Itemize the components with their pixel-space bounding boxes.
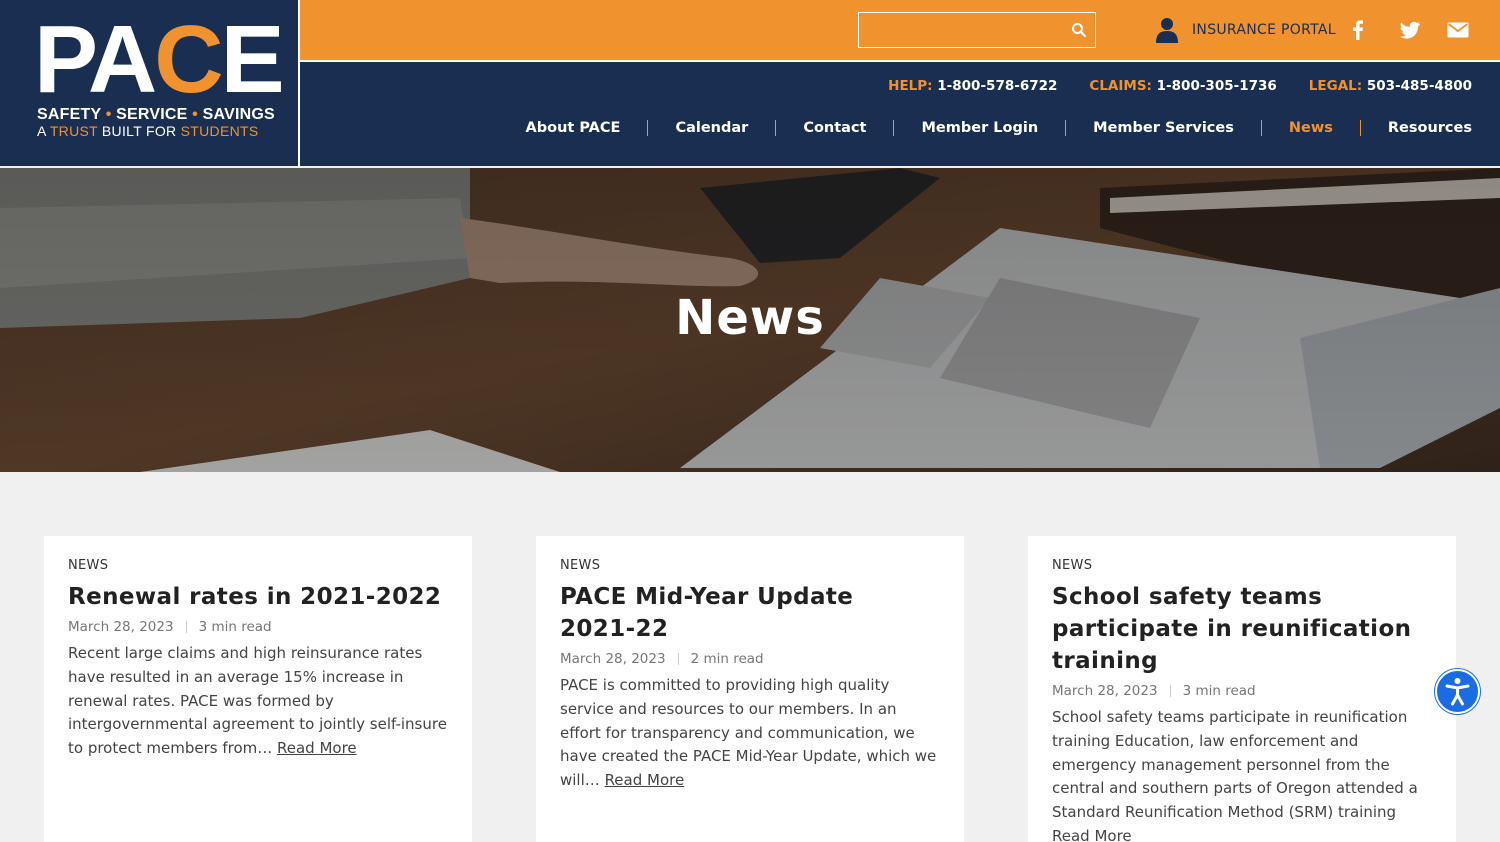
nav-member-services[interactable]: Member Services	[1065, 120, 1261, 136]
news-card: NEWS School safety teams participate in …	[1028, 536, 1456, 842]
card-meta: March 28, 2023 3 min read	[1052, 683, 1432, 699]
card-read-time: 2 min read	[690, 651, 764, 667]
news-card: NEWS Renewal rates in 2021-2022 March 28…	[44, 536, 472, 842]
legal-phone[interactable]: LEGAL: 503-485-4800	[1309, 78, 1472, 94]
nav-news[interactable]: News	[1260, 120, 1360, 136]
meta-divider	[677, 653, 679, 665]
facebook-icon[interactable]	[1346, 18, 1370, 42]
accessibility-button[interactable]	[1435, 669, 1480, 714]
pace-logo[interactable]: PACE SAFETY • SERVICE • SAVINGS A TRUST …	[0, 0, 298, 166]
card-read-time: 3 min read	[198, 619, 272, 635]
main-navbar: HELP: 1-800-578-6722 CLAIMS: 1-800-305-1…	[300, 62, 1500, 166]
nav-resources[interactable]: Resources	[1359, 120, 1472, 136]
accessibility-icon	[1445, 678, 1470, 706]
card-date: March 28, 2023	[560, 651, 666, 667]
nav-contact[interactable]: Contact	[775, 120, 893, 136]
card-date: March 28, 2023	[1052, 683, 1158, 699]
meta-divider	[1169, 685, 1171, 697]
card-date: March 28, 2023	[68, 619, 174, 635]
insurance-portal-label: INSURANCE PORTAL	[1192, 22, 1336, 38]
read-more-link[interactable]: Read More	[605, 771, 685, 789]
logo-tagline-trust: A TRUST BUILT FOR STUDENTS	[37, 123, 259, 139]
card-read-time: 3 min read	[1182, 683, 1256, 699]
card-title[interactable]: PACE Mid-Year Update 2021-22	[560, 581, 930, 645]
search-input[interactable]	[859, 13, 1059, 47]
card-title[interactable]: Renewal rates in 2021-2022	[68, 581, 448, 613]
logo-wordmark: PACE	[34, 6, 285, 113]
card-excerpt: PACE is committed to providing high qual…	[560, 674, 940, 793]
read-more-link[interactable]: Read More	[1052, 827, 1132, 842]
news-card: NEWS PACE Mid-Year Update 2021-22 March …	[536, 536, 964, 842]
twitter-icon[interactable]	[1398, 18, 1422, 42]
card-excerpt-text: Recent large claims and high reinsurance…	[68, 644, 447, 758]
page-title: News	[675, 290, 825, 346]
nav-member-login[interactable]: Member Login	[893, 120, 1065, 136]
card-excerpt: Recent large claims and high reinsurance…	[68, 642, 448, 761]
email-icon[interactable]	[1446, 18, 1470, 42]
search-icon[interactable]	[1071, 22, 1087, 38]
card-excerpt-text: School safety teams participate in reuni…	[1052, 708, 1418, 822]
card-meta: March 28, 2023 3 min read	[68, 619, 448, 635]
nav-calendar[interactable]: Calendar	[647, 120, 775, 136]
site-header: PACE SAFETY • SERVICE • SAVINGS A TRUST …	[0, 0, 1500, 166]
search-box	[858, 12, 1096, 48]
insurance-portal-link[interactable]: INSURANCE PORTAL	[1156, 16, 1336, 44]
help-phone[interactable]: HELP: 1-800-578-6722	[888, 78, 1057, 94]
card-category[interactable]: NEWS	[1052, 558, 1432, 573]
meta-divider	[185, 621, 187, 633]
read-more-link[interactable]: Read More	[277, 739, 357, 757]
card-excerpt: School safety teams participate in reuni…	[1052, 706, 1432, 842]
primary-menu: About PACE Calendar Contact Member Login…	[499, 120, 1472, 136]
card-meta: March 28, 2023 2 min read	[560, 651, 940, 667]
utility-bar: INSURANCE PORTAL	[300, 0, 1500, 60]
card-title[interactable]: School safety teams participate in reuni…	[1052, 581, 1432, 677]
contact-numbers: HELP: 1-800-578-6722 CLAIMS: 1-800-305-1…	[888, 78, 1472, 94]
hero-banner: News	[0, 168, 1500, 472]
card-category[interactable]: NEWS	[560, 558, 940, 573]
claims-phone[interactable]: CLAIMS: 1-800-305-1736	[1089, 78, 1276, 94]
nav-about-pace[interactable]: About PACE	[499, 120, 648, 136]
card-category[interactable]: NEWS	[68, 558, 448, 573]
logo-tagline-safety: SAFETY • SERVICE • SAVINGS	[37, 106, 275, 123]
user-icon	[1156, 18, 1178, 43]
